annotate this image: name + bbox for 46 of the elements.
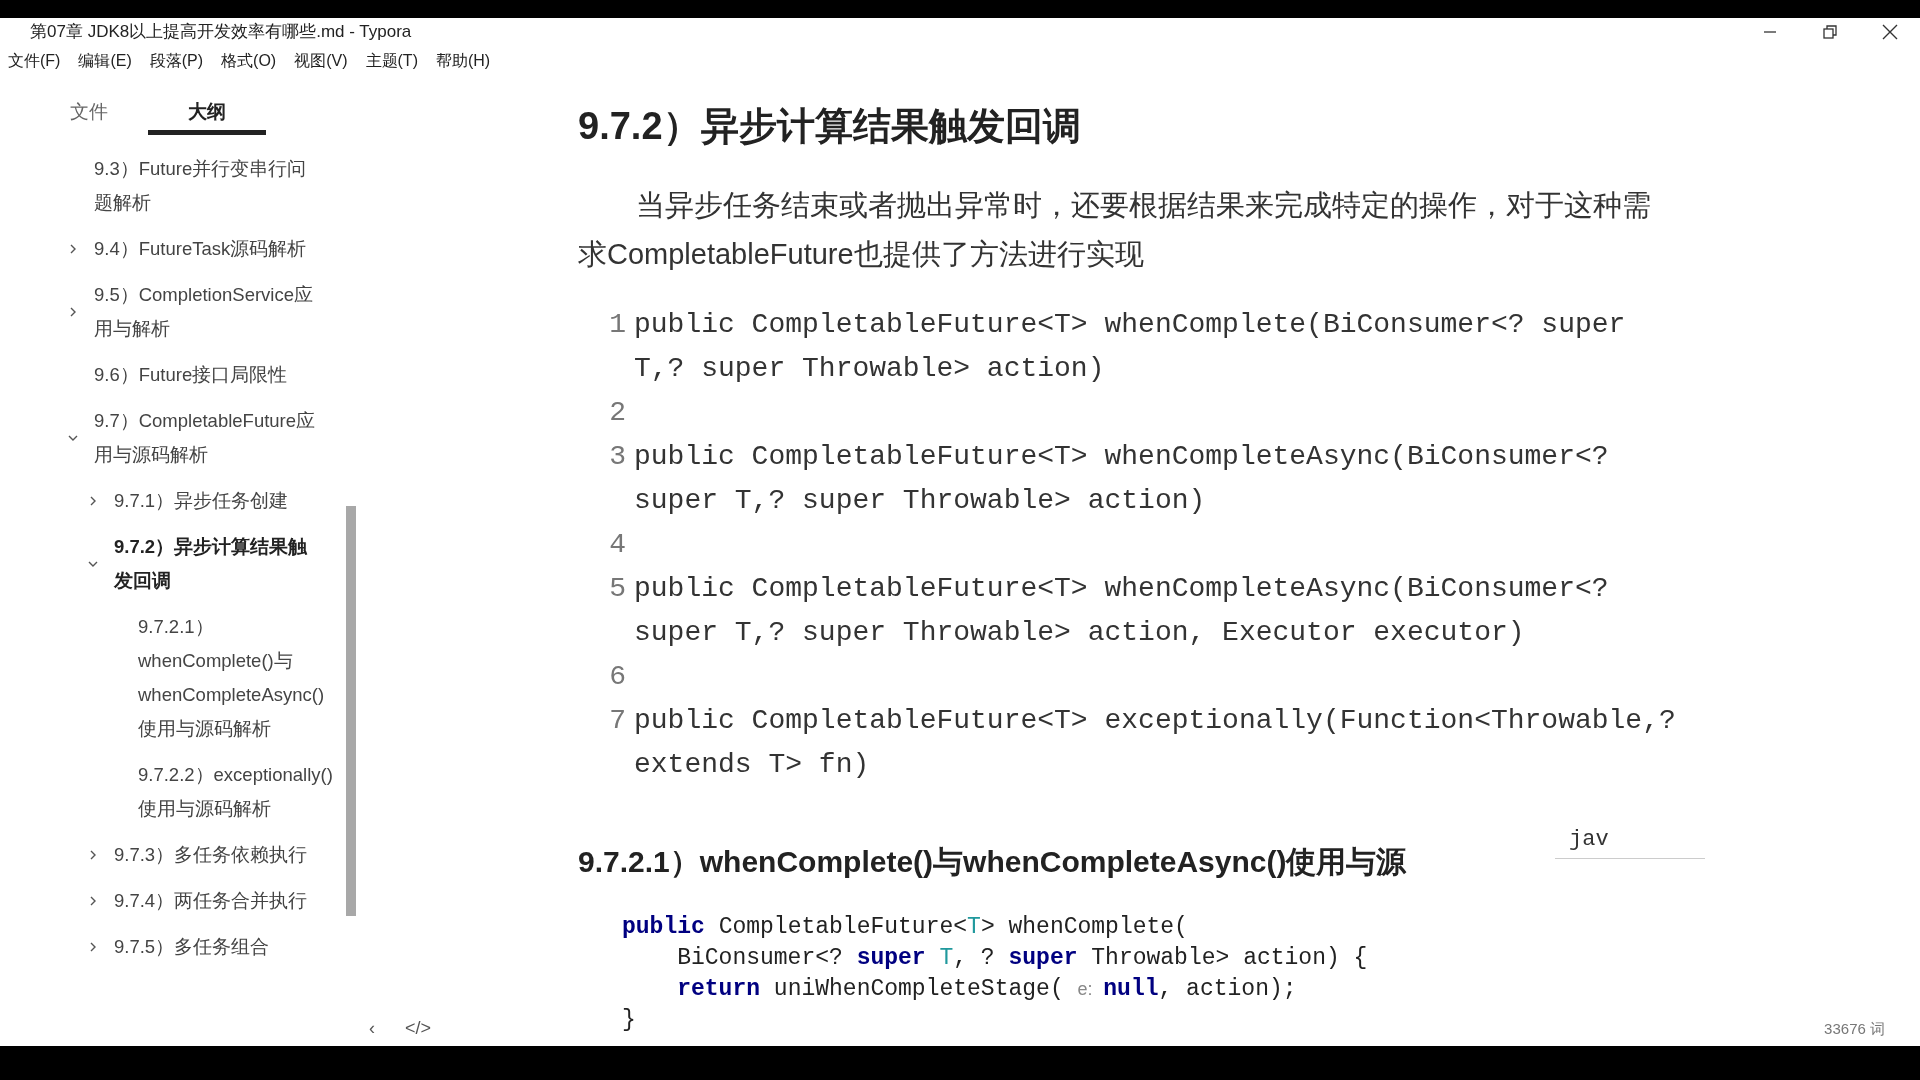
subheading: 9.7.2.1）whenComplete()与whenCompleteAsync()使用与源 xyxy=(578,844,1407,880)
code-line: } xyxy=(622,1006,636,1035)
code-line: return uniWhenCompleteStage( e: null, action); xyxy=(676,975,1297,1004)
outline-item[interactable]: 9.3）Future并行变串行问题解析 xyxy=(94,152,316,220)
restore-icon[interactable] xyxy=(1823,25,1837,39)
outline-item[interactable]: 9.7.2.2）exceptionally()使用与源码解析 xyxy=(138,758,336,826)
menu-item[interactable]: 视图(V) xyxy=(294,49,348,73)
code-line: BiConsumer<? super T, ? super Throwable> action) { xyxy=(676,944,1368,973)
outline-item[interactable]: 9.7.2.1）whenComplete()与whenCompleteAsync()使用与源码解析 xyxy=(138,610,336,746)
code-line: public CompletableFuture<T> whenCompleteAsync(BiConsumer<? super T,? super Throwable> action, Executor executor) xyxy=(634,572,1610,650)
outline-item[interactable]: 9.4）FutureTask源码解析 xyxy=(94,232,316,266)
menu-item[interactable]: 编辑(E) xyxy=(78,49,132,73)
line-number: 6 xyxy=(608,660,626,694)
outline-item[interactable]: 9.7.3）多任务依赖执行 xyxy=(114,838,322,872)
outline-item[interactable]: 9.7）CompletableFuture应用与源码解析 xyxy=(94,404,316,472)
menu-item[interactable]: 主题(T) xyxy=(365,49,418,73)
outline-item[interactable]: 9.6）Future接口局限性 xyxy=(94,358,316,392)
sidebar-tab[interactable]: 文件 xyxy=(30,87,148,135)
heading: 9.7.2）异步计算结果触发回调 xyxy=(578,104,1082,149)
line-number: 2 xyxy=(608,396,626,430)
line-number: 4 xyxy=(608,528,626,562)
outline-item[interactable]: 9.7.4）两任务合并执行 xyxy=(114,884,322,918)
line-number: 5 xyxy=(608,572,626,606)
window-title: 第07章 JDK8以上提高开发效率有哪些.md - Typora xyxy=(30,21,412,44)
outline-item[interactable]: 9.7.1）异步任务创建 xyxy=(114,484,322,518)
scrollbar[interactable] xyxy=(346,506,356,916)
sidebar-tab[interactable]: 大纲 xyxy=(148,87,266,135)
word-count: 33676 词 xyxy=(1824,1018,1885,1039)
code-line: public CompletableFuture<T> whenCompleteAsync(BiConsumer<? super T,? super Throwable> action) xyxy=(634,440,1610,518)
source-mode-button[interactable]: </> xyxy=(401,1015,436,1042)
code-line: public CompletableFuture<T> whenComplete( xyxy=(622,913,1188,942)
line-number: 7 xyxy=(608,704,626,738)
menu-item[interactable]: 帮助(H) xyxy=(435,49,491,73)
outline-item[interactable]: 9.7.2）异步计算结果触发回调 xyxy=(114,530,322,598)
collapse-sidebar-button[interactable]: ‹ xyxy=(365,1015,379,1042)
outline-item[interactable]: 9.7.5）多任务组合 xyxy=(114,930,322,964)
close-icon[interactable] xyxy=(1882,24,1898,40)
menu-item[interactable]: 段落(P) xyxy=(149,49,204,73)
paragraph: 当异步任务结束或者抛出异常时，还要根据结果来完成特定的操作，对于这种需求CompletableFuture也提供了方法进行实现 xyxy=(578,188,1652,272)
outline-item[interactable]: 9.5）CompletionService应用与解析 xyxy=(94,278,316,346)
menu-item[interactable]: 文件(F) xyxy=(8,49,61,73)
menu-item[interactable]: 格式(O) xyxy=(221,49,277,73)
code-line: public CompletableFuture<T> whenComplete(BiConsumer<? super T,? super Throwable> action) xyxy=(634,308,1627,386)
line-number: 3 xyxy=(608,440,626,474)
code-line: public CompletableFuture<T> exceptionally(Function<Throwable,? extends T> fn) xyxy=(634,704,1677,782)
line-number: 1 xyxy=(608,308,626,342)
